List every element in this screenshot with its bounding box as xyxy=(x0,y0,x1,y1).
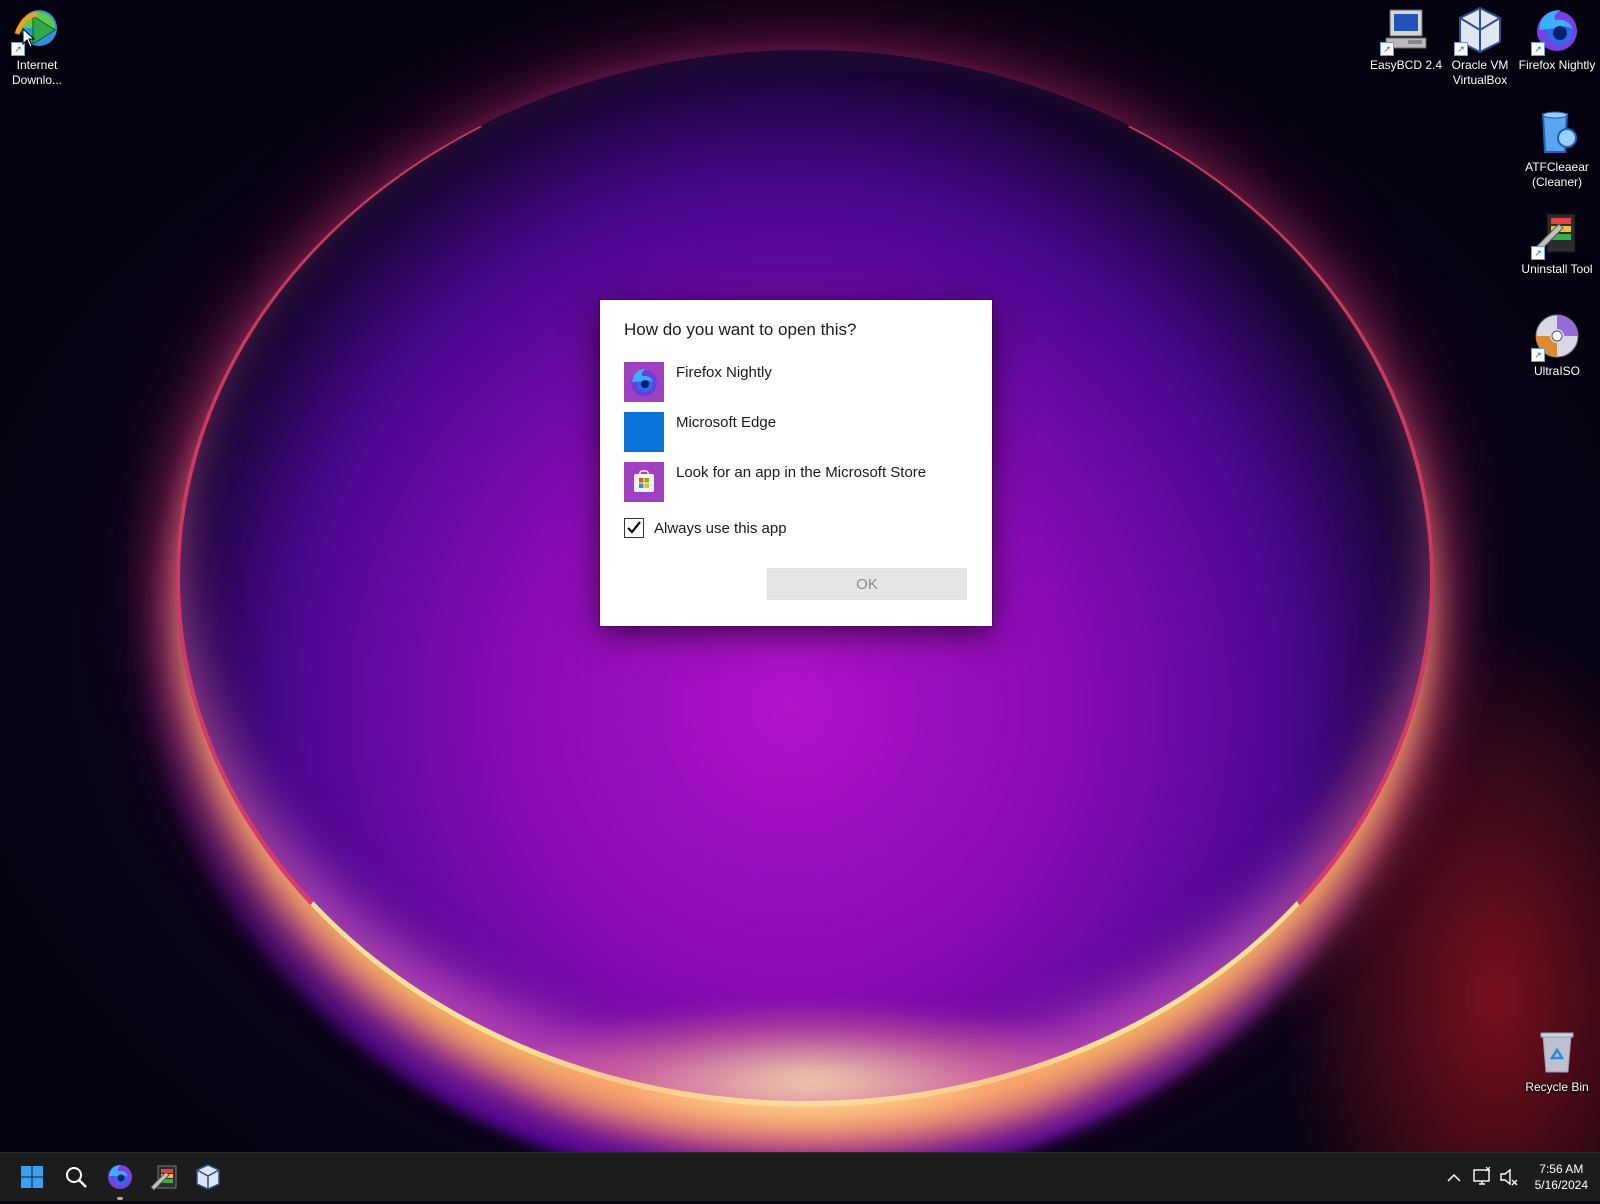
app-option-microsoft-store[interactable]: Look for an app in the Microsoft Store xyxy=(624,462,970,504)
desktop-icon-label: Uninstall Tool xyxy=(1521,262,1593,276)
app-option-label: Look for an app in the Microsoft Store xyxy=(676,464,927,481)
search-icon xyxy=(66,1167,87,1188)
virtualbox-icon xyxy=(196,1164,220,1190)
desktop-icon-firefox-nightly[interactable]: ↗ Firefox Nightly xyxy=(1515,6,1599,73)
ultraiso-icon: ↗ xyxy=(1531,312,1581,362)
network-status-button[interactable] xyxy=(1472,1153,1494,1201)
volume-button[interactable] xyxy=(1498,1153,1520,1201)
taskbar-virtualbox[interactable] xyxy=(192,1161,224,1193)
desktop-icon-label: Internet Downlo... xyxy=(11,58,63,87)
always-use-label: Always use this app xyxy=(654,520,787,537)
start-button[interactable] xyxy=(16,1161,48,1193)
app-option-microsoft-edge[interactable]: Microsoft Edge xyxy=(624,412,970,454)
desktop-icon-atf-cleaner[interactable]: ATFCleaear (Cleaner) xyxy=(1515,108,1599,190)
desktop-icon-virtualbox[interactable]: ↗ Oracle VM VirtualBox xyxy=(1438,6,1522,88)
recycle-bin-icon xyxy=(1533,1028,1581,1076)
taskbar-clock[interactable]: 7:56 AM 5/16/2024 xyxy=(1535,1161,1588,1193)
dialog-title: How do you want to open this? xyxy=(624,320,857,339)
always-use-checkbox[interactable] xyxy=(624,518,644,538)
desktop-icon-uninstall-tool[interactable]: ↗ Uninstall Tool xyxy=(1515,210,1599,277)
volume-muted-icon xyxy=(1500,1168,1518,1186)
mouse-cursor-icon xyxy=(22,28,36,48)
uninstall-tool-icon xyxy=(150,1165,177,1191)
desktop-icon-label: Firefox Nightly xyxy=(1518,58,1596,72)
firefox-nightly-icon: ↗ xyxy=(1531,6,1581,56)
easybcd-icon: ↗ xyxy=(1380,6,1430,56)
app-option-firefox-nightly[interactable]: Firefox Nightly xyxy=(624,362,970,404)
clock-date: 5/16/2024 xyxy=(1534,1178,1588,1192)
desktop-icon-label: EasyBCD 2.4 xyxy=(1369,58,1443,72)
clock-time: 7:56 AM xyxy=(1539,1162,1584,1176)
internet-download-manager-icon: ↗ xyxy=(11,6,61,56)
search-button[interactable] xyxy=(60,1161,92,1193)
chevron-up-icon xyxy=(1447,1173,1461,1182)
desktop-icon-label: ATFCleaear (Cleaner) xyxy=(1525,160,1589,189)
desktop-icon-label: Recycle Bin xyxy=(1525,1080,1589,1094)
firefox-nightly-icon xyxy=(108,1165,132,1189)
desktop-icon-label: UltraISO xyxy=(1533,364,1580,378)
show-hidden-icons-button[interactable] xyxy=(1444,1153,1464,1201)
firefox-nightly-icon xyxy=(624,362,664,402)
microsoft-edge-icon xyxy=(624,412,664,452)
microsoft-store-icon xyxy=(624,462,664,502)
ok-button[interactable]: OK xyxy=(767,568,967,600)
uninstall-tool-icon: ↗ xyxy=(1531,210,1581,260)
taskbar-uninstall-tool[interactable] xyxy=(148,1161,180,1193)
network-icon xyxy=(1473,1166,1491,1185)
app-option-label: Firefox Nightly xyxy=(676,364,772,381)
virtualbox-icon: ↗ xyxy=(1454,6,1504,56)
taskbar-firefox-nightly[interactable] xyxy=(104,1161,136,1200)
start-icon xyxy=(21,1166,43,1188)
app-option-label: Microsoft Edge xyxy=(676,414,777,431)
open-with-dialog: How do you want to open this? Firefox Ni… xyxy=(600,300,992,626)
checkmark-icon xyxy=(627,521,641,534)
atf-cleaner-icon xyxy=(1533,108,1581,156)
desktop-icon-recycle-bin[interactable]: Recycle Bin xyxy=(1515,1028,1599,1095)
desktop-icon-easybcd[interactable]: ↗ EasyBCD 2.4 xyxy=(1364,6,1448,73)
desktop-icon-label: Oracle VM VirtualBox xyxy=(1451,58,1509,87)
desktop-icon-ultraiso[interactable]: ↗ UltraISO xyxy=(1515,312,1599,379)
taskbar: 7:56 AM 5/16/2024 xyxy=(0,1152,1600,1201)
desktop-icon-internet-download-manager[interactable]: ↗ Internet Downlo... xyxy=(0,6,79,88)
